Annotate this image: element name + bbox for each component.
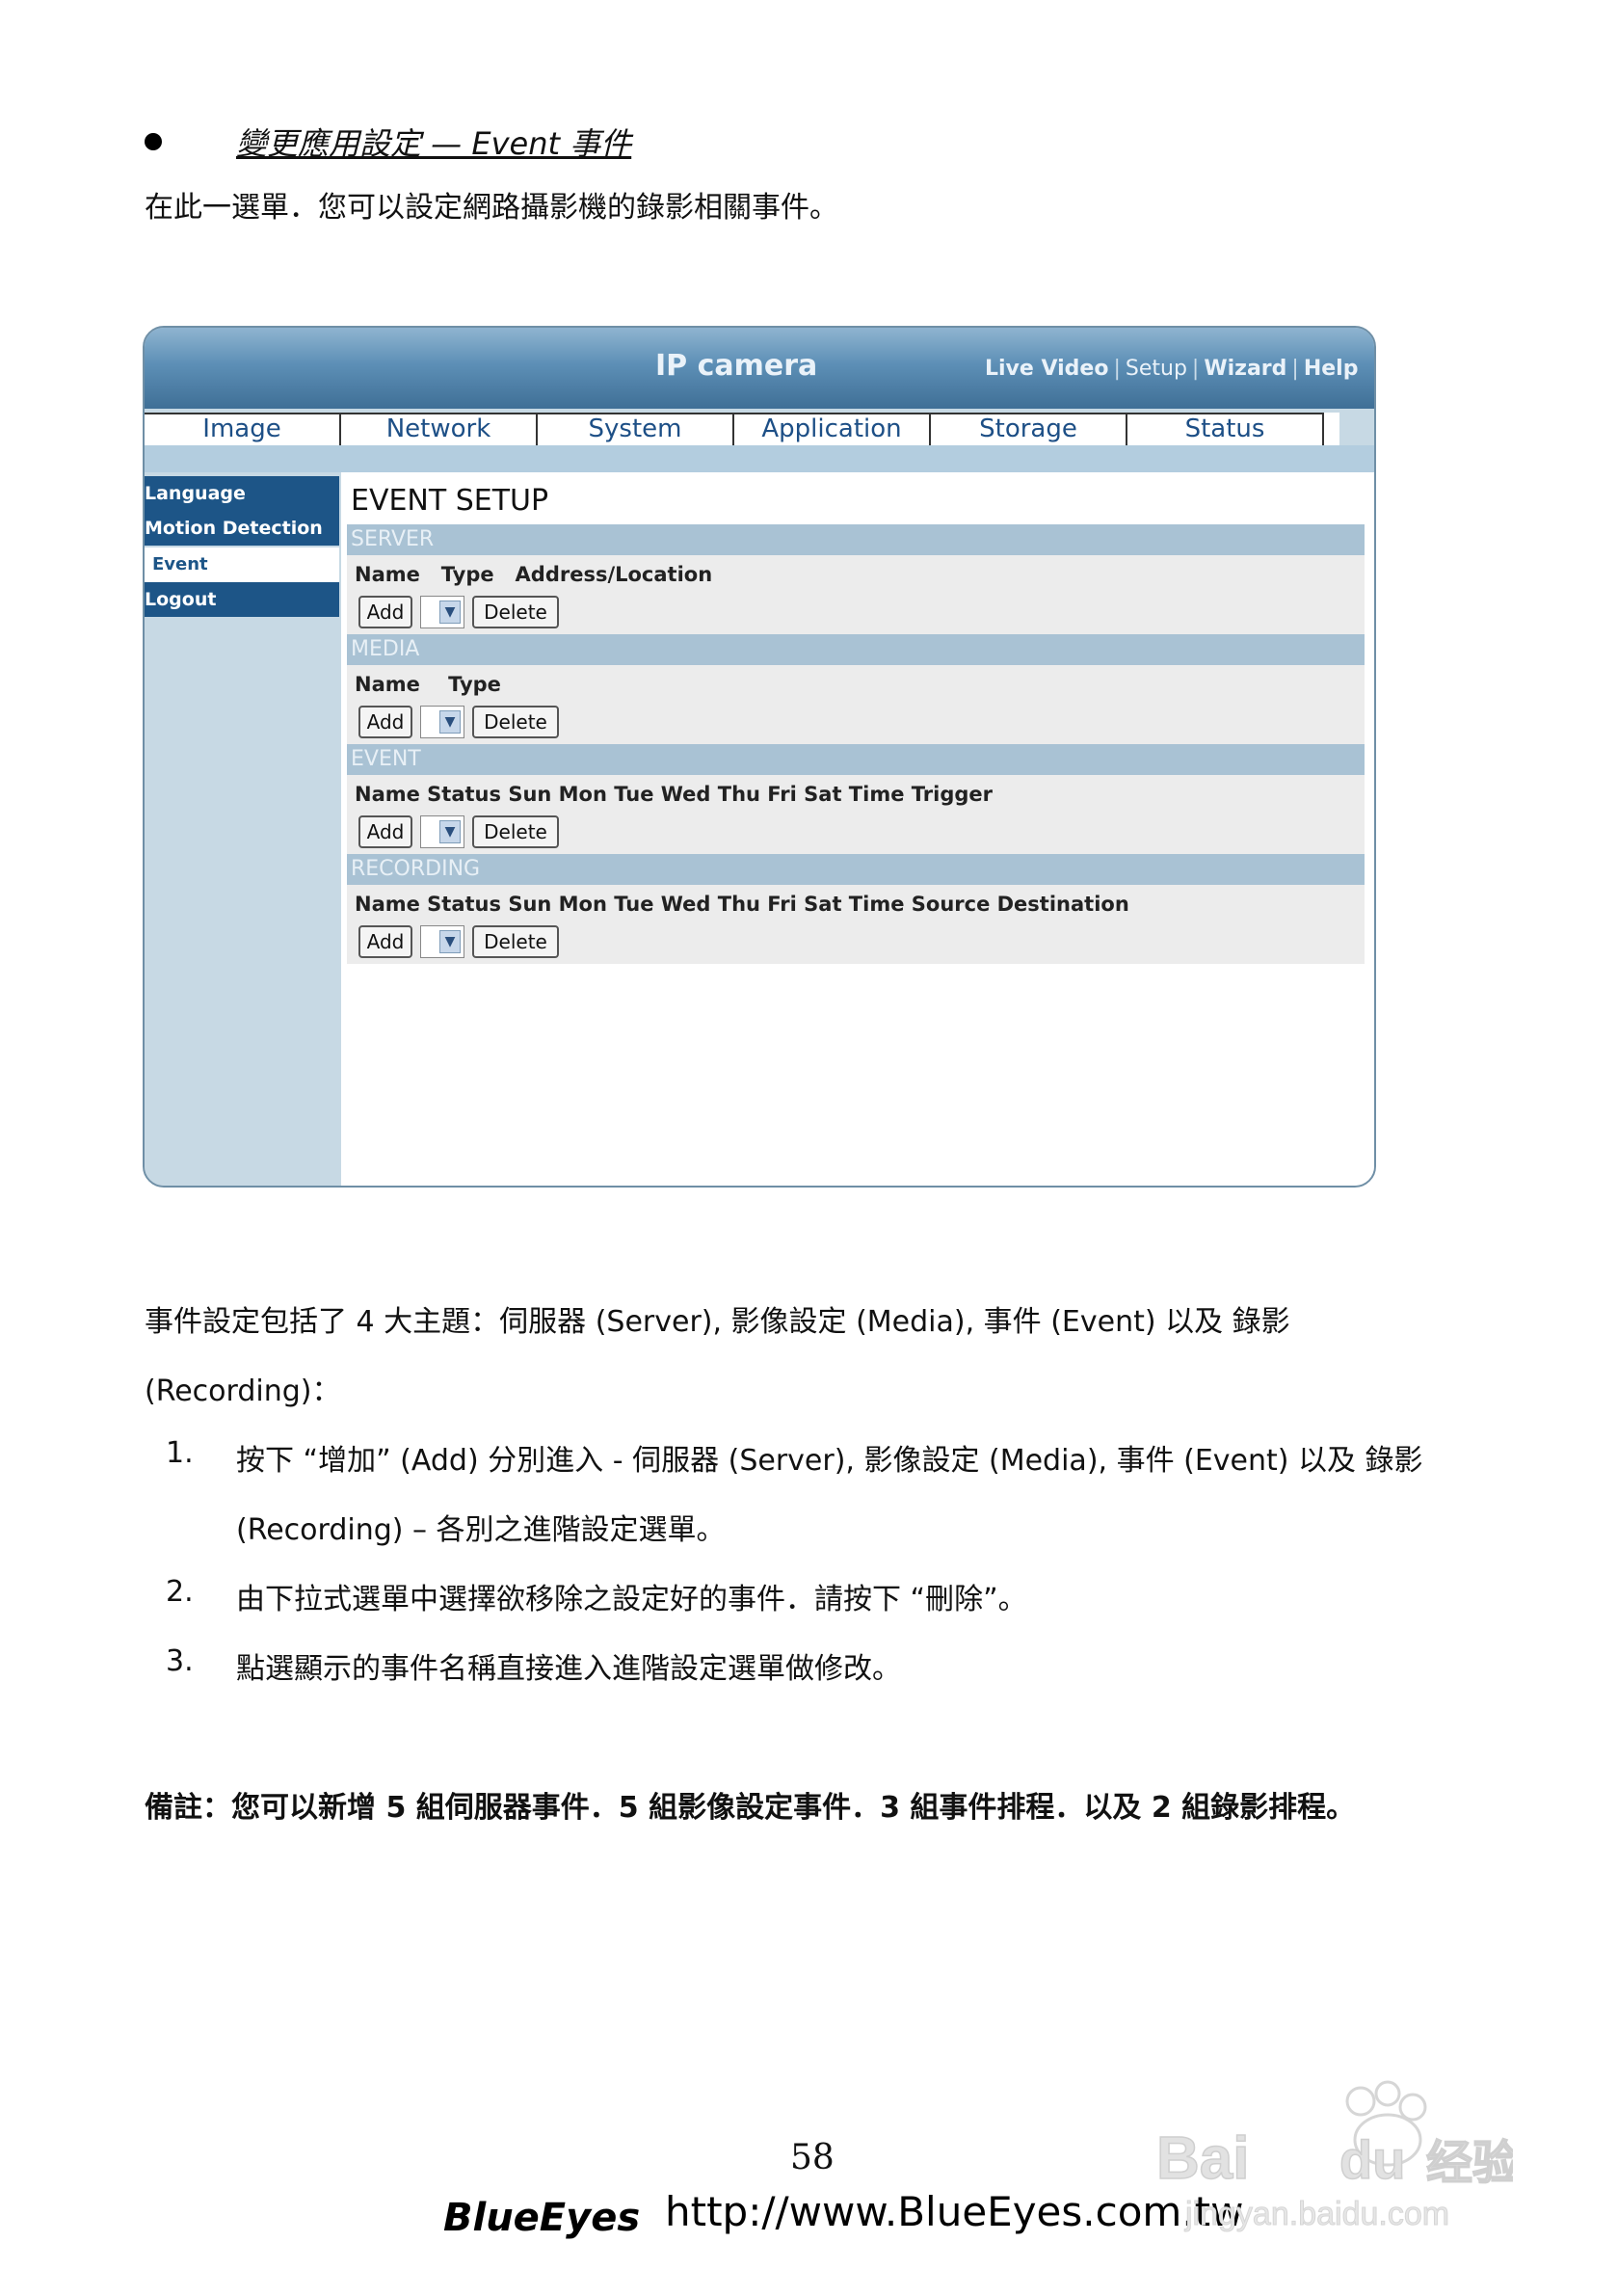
camera-header: IP camera Live Video | Setup | Wizard | Help (145, 328, 1374, 409)
list-item-continued: (Recording) – 各別之進階設定選單。 (236, 1513, 726, 1547)
tab-application[interactable]: Application (734, 413, 931, 445)
tab-system[interactable]: System (538, 413, 734, 445)
list-number: 1. (166, 1436, 194, 1470)
link-wizard[interactable]: Wizard (1204, 357, 1286, 381)
page-number: 58 (790, 2138, 835, 2177)
column-headers: Name Status Sun Mon Tue Wed Thu Fri Sat … (355, 783, 994, 806)
list-item: 按下 “增加” (Add) 分別進入 - 伺服器 (Server), 影像設定 … (236, 1444, 1423, 1478)
sidebar-item-motion-detection[interactable]: Motion Detection (145, 511, 339, 546)
svg-text:Bai: Bai (1156, 2125, 1249, 2192)
section-media: Name Type Add ▼ Delete (347, 665, 1365, 744)
add-button[interactable]: Add (358, 706, 412, 738)
tab-network[interactable]: Network (341, 413, 538, 445)
bullet (145, 133, 162, 150)
content-panel: EVENT SETUP SERVER Name Type Address/Loc… (341, 472, 1374, 1186)
svg-text:jingyan.baidu.com: jingyan.baidu.com (1184, 2196, 1449, 2232)
intro-text: 在此一選單．您可以設定網路攝影機的錄影相關事件。 (145, 191, 838, 225)
delete-button[interactable]: Delete (472, 596, 559, 628)
list-number: 2. (166, 1575, 194, 1609)
section-event: Name Status Sun Mon Tue Wed Thu Fri Sat … (347, 775, 1365, 854)
add-button[interactable]: Add (358, 815, 412, 848)
chevron-down-icon: ▼ (439, 710, 461, 734)
sidebar: Language Motion Detection Event Logout (145, 472, 339, 1186)
tab-status[interactable]: Status (1127, 413, 1324, 445)
chevron-down-icon: ▼ (439, 601, 461, 624)
delete-button[interactable]: Delete (472, 706, 559, 738)
media-select[interactable]: ▼ (420, 706, 464, 738)
sidebar-item-language[interactable]: Language (145, 476, 339, 511)
link-help[interactable]: Help (1304, 357, 1359, 381)
chevron-down-icon: ▼ (439, 820, 461, 843)
sidebar-item-logout[interactable]: Logout (145, 582, 339, 617)
section-recording: Name Status Sun Mon Tue Wed Thu Fri Sat … (347, 885, 1365, 964)
column-headers: Name Status Sun Mon Tue Wed Thu Fri Sat … (355, 893, 1129, 916)
section-heading: 變更應用設定 — Event 事件 (236, 125, 632, 162)
section-server: Name Type Address/Location Add ▼ Delete (347, 555, 1365, 634)
section-header-recording: RECORDING (347, 854, 1365, 885)
link-setup[interactable]: Setup (1126, 357, 1187, 381)
event-select[interactable]: ▼ (420, 815, 464, 848)
tab-image[interactable]: Image (145, 413, 341, 445)
camera-ui-frame: IP camera Live Video | Setup | Wizard | Help I… (143, 326, 1376, 1188)
tab-bar: Image Network System Application Storage… (145, 413, 1339, 445)
list-item: 由下拉式選單中選擇欲移除之設定好的事件．請按下 “刪除”。 (236, 1583, 1027, 1616)
list-number: 3. (166, 1644, 194, 1678)
page-title: EVENT SETUP (351, 484, 549, 518)
chevron-down-icon: ▼ (439, 930, 461, 953)
section-header-media: MEDIA (347, 634, 1365, 665)
recording-select[interactable]: ▼ (420, 925, 464, 958)
add-button[interactable]: Add (358, 596, 412, 628)
camera-title: IP camera (655, 349, 818, 383)
list-item: 點選顯示的事件名稱直接進入進階設定選單做修改。 (236, 1652, 901, 1686)
server-select[interactable]: ▼ (420, 596, 464, 628)
baidu-watermark: Bai du 经验 jingyan.baidu.com (1155, 2080, 1513, 2233)
paragraph-line: 事件設定包括了 4 大主題：伺服器 (Server), 影像設定 (Media)… (145, 1305, 1290, 1339)
brand-logo: BlueEyes (443, 2196, 641, 2240)
svg-text:经验: 经验 (1426, 2136, 1513, 2190)
note-text: 備註：您可以新增 5 組伺服器事件．5 組影像設定事件．3 組事件排程．以及 2… (145, 1791, 1356, 1825)
tab-storage[interactable]: Storage (931, 413, 1127, 445)
top-links: Live Video | Setup | Wizard | Help (985, 357, 1359, 381)
column-headers: Name Type (355, 673, 501, 696)
paragraph-line: (Recording)： (145, 1375, 341, 1408)
section-header-event: EVENT (347, 744, 1365, 775)
delete-button[interactable]: Delete (472, 925, 559, 958)
tab-strip (145, 445, 1374, 472)
svg-text:du: du (1339, 2129, 1405, 2190)
add-button[interactable]: Add (358, 925, 412, 958)
delete-button[interactable]: Delete (472, 815, 559, 848)
column-headers: Name Type Address/Location (355, 563, 713, 586)
section-header-server: SERVER (347, 524, 1365, 555)
link-live-video[interactable]: Live Video (985, 357, 1108, 381)
sidebar-item-event[interactable]: Event (145, 547, 339, 582)
